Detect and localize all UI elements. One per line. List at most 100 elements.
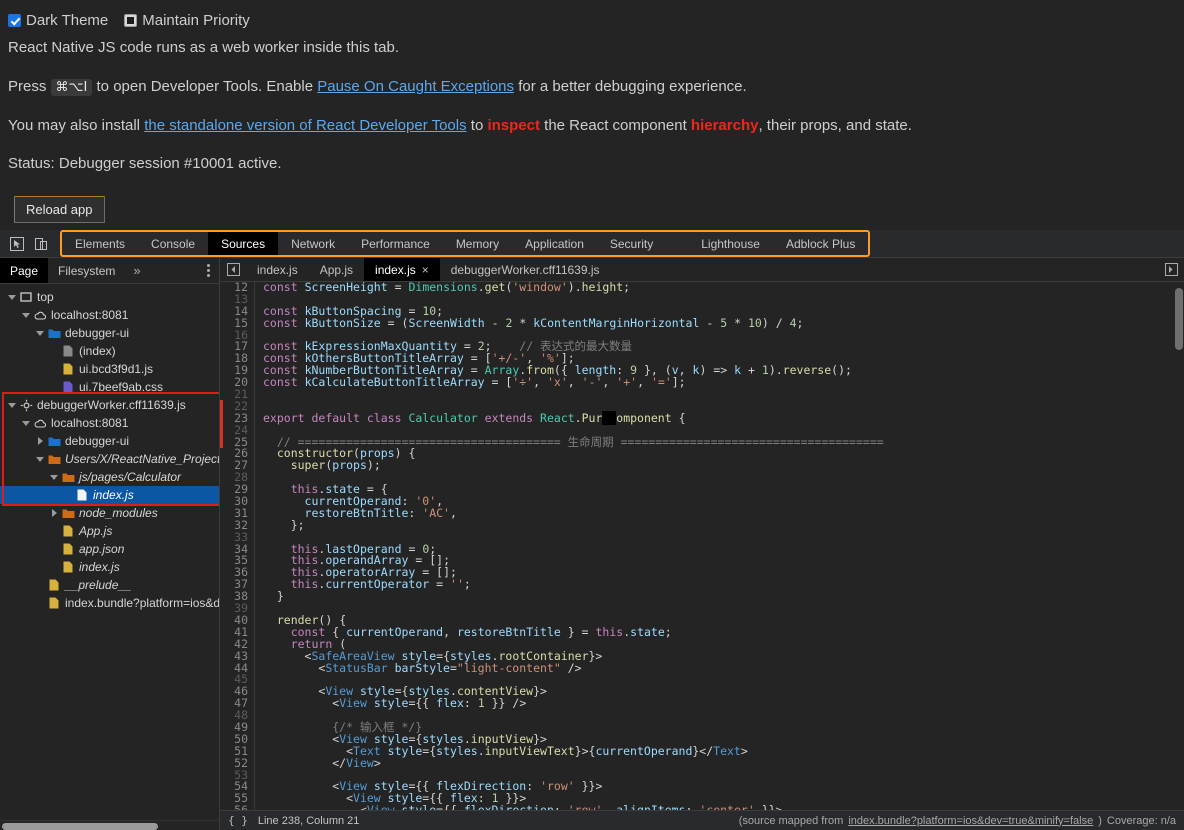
debugger-status-text: Status: Debugger session #10001 active.	[8, 155, 1178, 174]
tree-node[interactable]: debugger-ui	[0, 432, 219, 450]
inspect-element-icon[interactable]	[6, 233, 28, 255]
pretty-print-icon[interactable]: { }	[228, 814, 248, 827]
tree-node-label: top	[37, 290, 54, 304]
show-navigator-right-icon[interactable]	[1158, 258, 1184, 281]
device-toolbar-icon[interactable]	[30, 233, 52, 255]
gutter-divider	[254, 401, 255, 413]
dark-theme-checkbox[interactable]: Dark Theme	[8, 12, 108, 29]
editor-vertical-scrollbar[interactable]	[1174, 282, 1184, 810]
code-line: 47 <View style={{ flex: 1 }} />	[220, 698, 1184, 710]
tree-twisty-down-icon[interactable]	[6, 295, 18, 300]
tree-node[interactable]: (index)	[0, 342, 219, 360]
tree-node-label: js/pages/Calculator	[79, 470, 181, 484]
code-text: export default class Calculator extends …	[255, 413, 686, 425]
tree-node[interactable]: localhost:8081	[0, 306, 219, 324]
tree-node[interactable]: ui.bcd3f9d1.js	[0, 360, 219, 378]
navigator-horizontal-scrollbar[interactable]	[0, 820, 219, 830]
editor-area: index.js App.js index.js × debuggerWorke…	[220, 258, 1184, 830]
tab-console[interactable]: Console	[138, 232, 208, 255]
editor-scrollbar-thumb[interactable]	[1175, 288, 1183, 350]
tab-application[interactable]: Application	[512, 232, 597, 255]
tree-node-label: debuggerWorker.cff11639.js	[37, 398, 186, 412]
tree-node[interactable]: debugger-ui	[0, 324, 219, 342]
source-map-link[interactable]: index.bundle?platform=ios&dev=true&minif…	[848, 815, 1093, 827]
tree-node[interactable]: index.js	[0, 486, 219, 504]
file-css-icon	[60, 381, 76, 393]
tab-lighthouse[interactable]: Lighthouse	[688, 232, 773, 255]
tree-twisty-down-icon[interactable]	[34, 331, 46, 336]
reload-app-button[interactable]: Reload app	[14, 196, 105, 223]
devtools-hint-post: for a better debugging experience.	[514, 78, 747, 95]
tree-twisty-down-icon[interactable]	[20, 421, 32, 426]
maintain-priority-checkbox[interactable]: Maintain Priority	[124, 12, 250, 29]
standalone-react-devtools-link[interactable]: the standalone version of React Develope…	[144, 117, 466, 134]
worker-gear-icon	[18, 399, 34, 412]
cursor-position: Line 238, Column 21	[258, 815, 360, 827]
tree-node[interactable]: App.js	[0, 522, 219, 540]
tree-node[interactable]: Users/X/ReactNative_Project/IOS	[0, 450, 219, 468]
keyboard-shortcut-badge: ⌘⌥I	[51, 79, 93, 96]
tree-node[interactable]: node_modules	[0, 504, 219, 522]
coverage-info: Coverage: n/a	[1107, 815, 1176, 827]
tab-sources[interactable]: Sources	[208, 232, 278, 255]
tree-twisty-down-icon[interactable]	[48, 475, 60, 480]
maintain-priority-checkbox-box[interactable]	[124, 14, 137, 27]
devtools-panel-tabs: Elements Console Sources Network Perform…	[60, 230, 870, 257]
tree-node[interactable]: ui.7beef9ab.css	[0, 378, 219, 396]
tree-node[interactable]: index.bundle?platform=ios&dev=t	[0, 594, 219, 612]
tree-node[interactable]: __prelude__	[0, 576, 219, 594]
tab-adblock-plus[interactable]: Adblock Plus	[773, 232, 868, 255]
tree-node-label: debugger-ui	[65, 434, 129, 448]
tree-node-label: app.json	[79, 542, 124, 556]
tree-node[interactable]: localhost:8081	[0, 414, 219, 432]
tree-node[interactable]: index.js	[0, 558, 219, 576]
tab-elements[interactable]: Elements	[62, 232, 138, 255]
tree-twisty-right-icon[interactable]	[34, 437, 46, 445]
navigator-tab-page[interactable]: Page	[0, 258, 48, 283]
tree-node[interactable]: top	[0, 288, 219, 306]
dark-theme-label: Dark Theme	[26, 12, 108, 29]
pause-on-caught-exceptions-link[interactable]: Pause On Caught Exceptions	[317, 78, 514, 95]
editor-tab-index-js-1[interactable]: index.js	[246, 258, 309, 281]
editor-status-bar: { } Line 238, Column 21 (source mapped f…	[220, 810, 1184, 830]
show-navigator-left-icon[interactable]	[220, 258, 246, 281]
tree-twisty-right-icon[interactable]	[48, 509, 60, 517]
tree-node-label: index.js	[79, 560, 120, 574]
sources-navigator: Page Filesystem » toplocalhost:8081debug…	[0, 258, 220, 830]
gutter-divider	[254, 770, 255, 782]
tab-performance[interactable]: Performance	[348, 232, 443, 255]
tree-twisty-down-icon[interactable]	[34, 457, 46, 462]
navigator-scrollbar-thumb[interactable]	[2, 823, 158, 830]
file-js-icon	[60, 543, 76, 555]
code-line: 37 this.currentOperator = '';	[220, 579, 1184, 591]
editor-tab-debugger-worker[interactable]: debuggerWorker.cff11639.js	[440, 258, 611, 281]
gutter-divider	[254, 472, 255, 484]
navigator-more-tabs-icon[interactable]: »	[125, 258, 148, 283]
tree-twisty-down-icon[interactable]	[6, 403, 18, 408]
editor-tab-app-js[interactable]: App.js	[309, 258, 364, 281]
close-icon[interactable]: ×	[422, 263, 429, 277]
tree-node-label: index.bundle?platform=ios&dev=t	[65, 596, 219, 610]
tab-memory[interactable]: Memory	[443, 232, 512, 255]
tab-network[interactable]: Network	[278, 232, 348, 255]
tab-security[interactable]: Security	[597, 232, 666, 255]
error-gutter-marker	[220, 400, 223, 448]
tree-node[interactable]: debuggerWorker.cff11639.js	[0, 396, 219, 414]
tree-twisty-down-icon[interactable]	[20, 313, 32, 318]
tree-node[interactable]: js/pages/Calculator	[0, 468, 219, 486]
navigator-tab-filesystem[interactable]: Filesystem	[48, 258, 125, 283]
code-viewer[interactable]: 12const ScreenHeight = Dimensions.get('w…	[220, 282, 1184, 830]
editor-tab-index-js-active[interactable]: index.js ×	[364, 258, 440, 281]
react-devtools-mid1: to	[467, 117, 488, 134]
tree-node-label: App.js	[79, 524, 112, 538]
gutter-divider	[254, 389, 255, 401]
gutter-divider	[254, 532, 255, 544]
code-text: <View style={{ flex: 1 }} />	[255, 698, 526, 710]
tree-node-label: Users/X/ReactNative_Project/IOS	[65, 452, 219, 466]
navigator-menu-icon[interactable]	[198, 258, 219, 283]
tree-node[interactable]: app.json	[0, 540, 219, 558]
file-js-icon	[46, 579, 62, 591]
code-line: 44 <StatusBar barStyle="light-content" /…	[220, 663, 1184, 675]
dark-theme-checkbox-box[interactable]	[8, 14, 21, 27]
code-line: 32 };	[220, 520, 1184, 532]
